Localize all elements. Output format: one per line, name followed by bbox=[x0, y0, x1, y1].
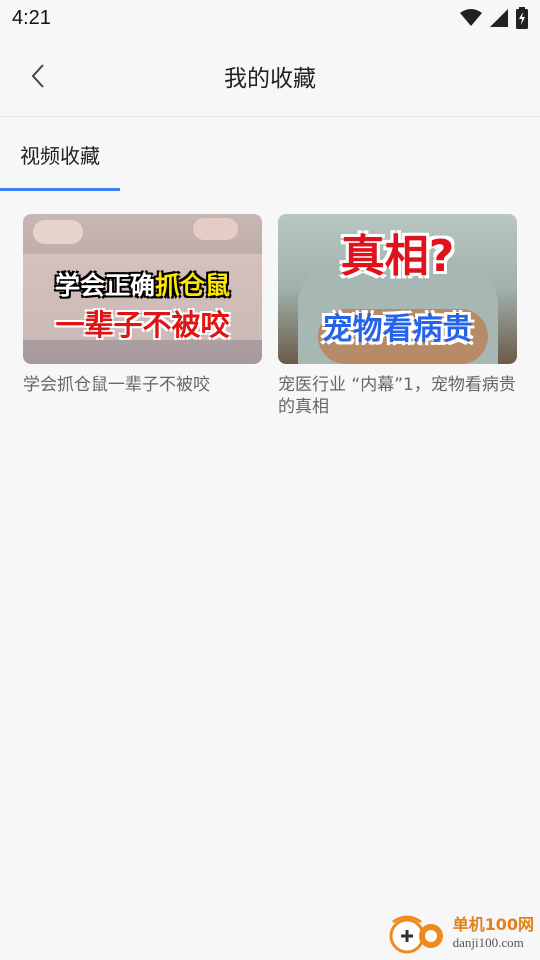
watermark-logo-icon bbox=[389, 915, 443, 954]
battery-charging-icon bbox=[516, 7, 528, 29]
video-thumbnail[interactable]: 真相? 宠物看病贵 bbox=[278, 214, 517, 364]
video-grid: 学会正确抓仓鼠 一辈子不被咬 学会抓仓鼠一辈子不被咬 真相? 宠物看病贵 宠医行… bbox=[23, 214, 517, 418]
chevron-left-icon bbox=[31, 64, 44, 88]
wifi-icon bbox=[460, 9, 482, 26]
thumbnail-caption-line2: 宠物看病贵 bbox=[322, 312, 473, 347]
video-thumbnail[interactable]: 学会正确抓仓鼠 一辈子不被咬 bbox=[23, 214, 262, 364]
tab-video-favorites[interactable]: 视频收藏 bbox=[0, 117, 120, 191]
status-icons bbox=[460, 7, 528, 29]
thumbnail-caption-line1: 学会正确抓仓鼠 bbox=[54, 271, 231, 300]
status-time: 4:21 bbox=[12, 6, 51, 29]
tab-active-indicator bbox=[0, 188, 120, 191]
watermark-brand: 单机100网 bbox=[452, 915, 534, 934]
thumbnail-caption-line2: 一辈子不被咬 bbox=[55, 308, 230, 342]
page-title: 我的收藏 bbox=[224, 66, 316, 92]
video-card[interactable]: 学会正确抓仓鼠 一辈子不被咬 学会抓仓鼠一辈子不被咬 bbox=[23, 214, 262, 418]
watermark-url: danji100.com bbox=[452, 935, 524, 950]
signal-icon bbox=[490, 9, 508, 27]
watermark: 单机100网 danji100.com bbox=[387, 914, 534, 954]
tab-label: 视频收藏 bbox=[20, 143, 100, 168]
video-card[interactable]: 真相? 宠物看病贵 宠医行业 “内幕”1，宠物看病贵的真相 bbox=[278, 214, 517, 418]
video-title[interactable]: 学会抓仓鼠一辈子不被咬 bbox=[23, 374, 262, 396]
thumbnail-caption-line1: 真相? bbox=[340, 231, 455, 282]
video-title[interactable]: 宠医行业 “内幕”1，宠物看病贵的真相 bbox=[278, 374, 517, 418]
tab-bar: 视频收藏 bbox=[0, 117, 540, 191]
status-bar: 4:21 bbox=[0, 0, 540, 36]
back-button[interactable] bbox=[18, 56, 58, 96]
app-bar: 我的收藏 bbox=[0, 36, 540, 117]
